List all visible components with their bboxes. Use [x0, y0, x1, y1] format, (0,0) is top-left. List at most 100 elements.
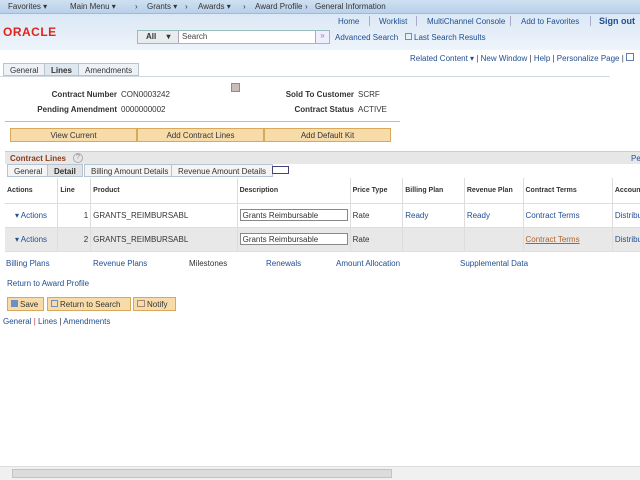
help-icon[interactable]: ?: [73, 153, 83, 163]
footer-general-link[interactable]: General: [3, 317, 31, 326]
row-product: GRANTS_REIMBURSABL: [90, 227, 238, 251]
last-search-results-link[interactable]: Last Search Results: [405, 33, 486, 42]
notes-icon[interactable]: [231, 83, 240, 92]
pending-amendment: 0000000002: [121, 105, 166, 114]
breadcrumb-general-information: General Information: [315, 2, 386, 11]
pending-amendment-label: Pending Amendment: [37, 105, 117, 114]
col-product: Product: [90, 178, 238, 203]
footer-links: General | Lines | Amendments: [3, 317, 111, 326]
subtab-billing-amount-details[interactable]: Billing Amount Details: [84, 164, 176, 177]
return-search-icon: [51, 300, 58, 307]
revenue-plans-link[interactable]: Revenue Plans: [93, 259, 147, 268]
description-input[interactable]: Grants Reimbursable: [239, 209, 348, 221]
search-scope-select[interactable]: All ▾: [138, 31, 179, 43]
multichannel-console-link[interactable]: MultiChannel Console: [427, 17, 505, 26]
contract-status-label: Contract Status: [294, 105, 354, 114]
col-actions: Actions: [5, 178, 59, 203]
notify-icon: [137, 300, 145, 307]
col-line: Line: [57, 178, 92, 203]
oracle-logo: ORACLE: [3, 25, 57, 39]
breadcrumb-grants[interactable]: Grants ▾: [147, 2, 177, 11]
advanced-search-link[interactable]: Advanced Search: [335, 33, 398, 42]
sold-to-customer: SCRF: [358, 90, 380, 99]
contract-terms-link[interactable]: Contract Terms: [526, 235, 580, 244]
subtab-revenue-amount-details[interactable]: Revenue Amount Details: [171, 164, 274, 177]
table-row: ▾ Actions 2 GRANTS_REIMBURSABL Grants Re…: [5, 227, 640, 251]
billing-plan-link[interactable]: Ready: [405, 211, 428, 220]
search-results-icon: [405, 33, 412, 40]
subtab-general[interactable]: General: [7, 164, 50, 177]
row-product: GRANTS_REIMBURSABL: [90, 203, 238, 227]
contract-terms-link[interactable]: Contract Terms: [526, 211, 580, 220]
main-menu[interactable]: Main Menu ▾: [70, 2, 116, 11]
col-description: Description: [237, 178, 351, 203]
billing-plan: [402, 227, 465, 251]
row-line: 1: [57, 203, 92, 227]
footer-amendments-link[interactable]: Amendments: [63, 317, 110, 326]
page-settings-icon[interactable]: [626, 53, 635, 61]
save-icon: [11, 300, 18, 307]
related-content-link[interactable]: Related Content ▾: [410, 54, 474, 63]
milestones-label: Milestones: [189, 259, 228, 268]
contract-number-label: Contract Number: [51, 90, 117, 99]
home-link[interactable]: Home: [338, 17, 359, 26]
contract-lines-title: Contract Lines: [10, 154, 67, 163]
row-actions-menu[interactable]: ▾ Actions: [15, 211, 47, 220]
last-search-results-label: Last Search Results: [414, 33, 486, 42]
top-nav-bar: Favorites ▾ Main Menu ▾ › Grants ▾ › Awa…: [0, 0, 640, 14]
col-billing-plan: Billing Plan: [402, 178, 465, 203]
table-row: ▾ Actions 1 GRANTS_REIMBURSABL Grants Re…: [5, 203, 640, 227]
account-distribution-link[interactable]: Distribu: [615, 235, 640, 244]
show-all-columns-icon[interactable]: [272, 166, 289, 174]
personalize-link[interactable]: Pe: [631, 154, 640, 163]
worklist-link[interactable]: Worklist: [379, 17, 407, 26]
favorites-menu[interactable]: Favorites ▾: [8, 2, 47, 11]
footer-lines-link[interactable]: Lines: [38, 317, 57, 326]
view-current-button[interactable]: View Current: [10, 128, 137, 142]
amount-allocation-link[interactable]: Amount Allocation: [336, 259, 400, 268]
add-to-favorites-link[interactable]: Add to Favorites: [521, 17, 579, 26]
row-price-type: Rate: [350, 227, 404, 251]
revenue-plan-link[interactable]: Ready: [467, 211, 490, 220]
tab-lines[interactable]: Lines: [44, 63, 79, 76]
search-input[interactable]: Search: [182, 32, 207, 41]
breadcrumb-awards[interactable]: Awards ▾: [198, 2, 231, 11]
description-input[interactable]: Grants Reimbursable: [239, 233, 348, 245]
sold-to-customer-label: Sold To Customer: [285, 90, 354, 99]
scrollbar-thumb[interactable]: [12, 469, 392, 478]
contract-status: ACTIVE: [358, 105, 387, 114]
billing-plans-link[interactable]: Billing Plans: [6, 259, 50, 268]
row-line: 2: [57, 227, 92, 251]
horizontal-scrollbar[interactable]: [0, 466, 640, 480]
add-contract-lines-button[interactable]: Add Contract Lines: [137, 128, 264, 142]
revenue-plan: [464, 227, 524, 251]
account-distribution-link[interactable]: Distribu: [615, 211, 640, 220]
tab-amendments[interactable]: Amendments: [78, 63, 140, 76]
tab-general[interactable]: General: [3, 63, 46, 76]
return-to-award-profile-link[interactable]: Return to Award Profile: [7, 279, 89, 288]
col-account: Accoun: [612, 178, 640, 203]
subtab-detail[interactable]: Detail: [47, 164, 83, 177]
breadcrumb-award-profile[interactable]: Award Profile: [255, 2, 302, 11]
col-price-type: Price Type: [350, 178, 404, 203]
row-price-type: Rate: [350, 203, 404, 227]
notify-button[interactable]: Notify: [133, 297, 176, 311]
col-revenue-plan: Revenue Plan: [464, 178, 524, 203]
search-bar: All ▾ Search »: [137, 30, 330, 44]
contract-lines-grid: Actions Line Product Description Price T…: [5, 178, 640, 252]
help-link[interactable]: Help: [534, 54, 550, 63]
renewals-link[interactable]: Renewals: [266, 259, 301, 268]
sign-out-link[interactable]: Sign out: [599, 16, 635, 26]
return-to-search-button[interactable]: Return to Search: [47, 297, 131, 311]
contract-lines-header: Contract Lines ? Pe: [5, 151, 640, 164]
supplemental-data-link[interactable]: Supplemental Data: [460, 259, 528, 268]
save-button[interactable]: Save: [7, 297, 44, 311]
search-go-button[interactable]: »: [315, 31, 329, 43]
add-default-kit-button[interactable]: Add Default Kit: [264, 128, 391, 142]
page-bar: Related Content ▾ | New Window | Help | …: [410, 53, 635, 63]
personalize-page-link[interactable]: Personalize Page: [557, 54, 620, 63]
new-window-link[interactable]: New Window: [481, 54, 528, 63]
contract-number: CON0003242: [121, 90, 170, 99]
row-actions-menu[interactable]: ▾ Actions: [15, 235, 47, 244]
col-contract-terms: Contract Terms: [523, 178, 613, 203]
